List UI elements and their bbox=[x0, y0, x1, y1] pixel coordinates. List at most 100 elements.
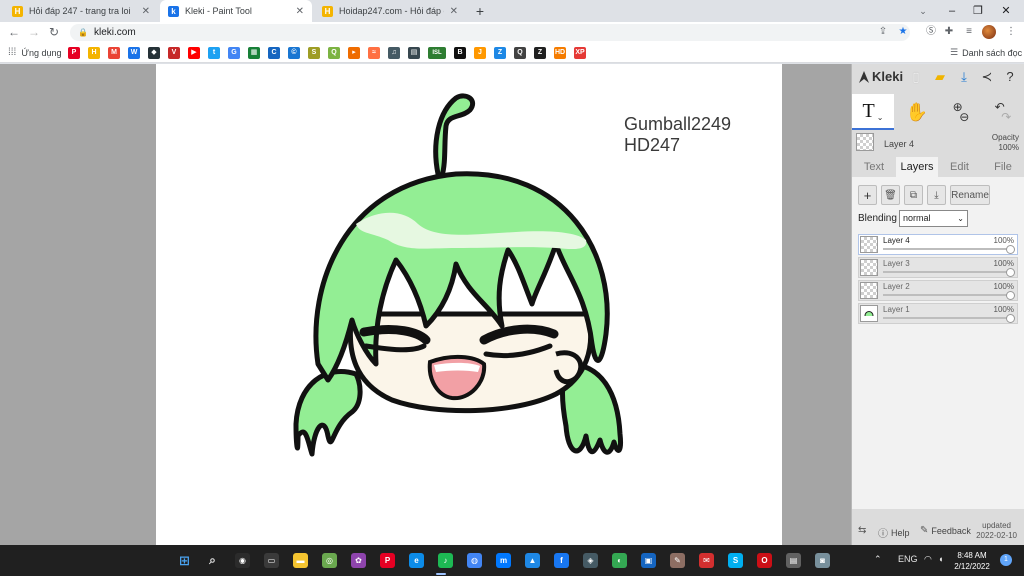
bookmark-favicon-icon[interactable]: ♫ bbox=[388, 47, 400, 59]
taskbar-app-icon[interactable]: ✎ bbox=[670, 553, 685, 568]
media-queue-icon[interactable]: ≡ bbox=[962, 25, 976, 39]
tab-layers[interactable]: Layers bbox=[896, 157, 938, 177]
help-button[interactable]: ⓘ Help bbox=[878, 525, 910, 541]
bookmark-favicon-icon[interactable]: H bbox=[88, 47, 100, 59]
blending-select[interactable]: normal ⌄ bbox=[899, 210, 968, 227]
layer-row-3[interactable]: Layer 3 100% bbox=[858, 257, 1018, 278]
tray-chevron-icon[interactable]: ⌃ bbox=[874, 554, 882, 565]
forward-arrow-icon[interactable]: → bbox=[26, 24, 42, 40]
taskbar-app-icon[interactable]: m bbox=[496, 553, 511, 568]
layer-opacity-slider[interactable] bbox=[883, 294, 1011, 296]
bookmark-favicon-icon[interactable]: B bbox=[454, 47, 466, 59]
bookmark-favicon-icon[interactable]: ▤ bbox=[408, 47, 420, 59]
bookmark-favicon-icon[interactable]: t bbox=[208, 47, 220, 59]
notification-badge[interactable]: 1 bbox=[1000, 554, 1012, 566]
bookmark-favicon-icon[interactable]: ≈ bbox=[368, 47, 380, 59]
bookmark-favicon-icon[interactable]: G bbox=[228, 47, 240, 59]
taskbar-app-icon[interactable]: ▤ bbox=[786, 553, 801, 568]
kleki-logo[interactable]: Kleki bbox=[858, 69, 903, 84]
bookmark-favicon-icon[interactable]: Z bbox=[534, 47, 546, 59]
taskbar-app-icon[interactable]: ◍ bbox=[467, 553, 482, 568]
bookmark-favicon-icon[interactable]: C bbox=[268, 47, 280, 59]
tab-close-icon[interactable]: ✕ bbox=[450, 6, 458, 17]
bookmark-favicon-icon[interactable]: ◆ bbox=[148, 47, 160, 59]
bookmark-favicon-icon[interactable]: P bbox=[68, 47, 80, 59]
slider-handle[interactable] bbox=[1006, 291, 1015, 300]
slider-handle[interactable] bbox=[1006, 268, 1015, 277]
taskbar-app-icon[interactable]: ▭ bbox=[264, 553, 279, 568]
feedback-button[interactable]: ✎ Feedback bbox=[920, 525, 971, 536]
taskbar-app-icon[interactable]: ◎ bbox=[322, 553, 337, 568]
menu-kebab-icon[interactable]: ⋮ bbox=[1004, 25, 1018, 39]
layer-row-1[interactable]: Layer 1 100% bbox=[858, 303, 1018, 324]
search-icon[interactable]: ⌕ bbox=[205, 553, 220, 568]
windows-start-icon[interactable]: ⊞ bbox=[177, 553, 192, 568]
help-icon[interactable]: ? bbox=[1002, 69, 1018, 85]
new-tab-button[interactable]: + bbox=[472, 3, 488, 19]
system-clock[interactable]: 8:48 AM 2/12/2022 bbox=[952, 550, 992, 572]
new-file-icon[interactable]: ▯ bbox=[908, 69, 924, 85]
zoom-tools[interactable]: ⊕ ⊖ bbox=[940, 94, 982, 130]
bookmark-favicon-icon[interactable]: J bbox=[474, 47, 486, 59]
wifi-icon[interactable]: ◠ bbox=[924, 554, 932, 565]
bookmark-apps[interactable]: ⁞⁞⁞ Ứng dụng bbox=[8, 47, 62, 58]
delete-layer-button[interactable]: 🗑 bbox=[881, 185, 900, 205]
layer-opacity-slider[interactable] bbox=[883, 248, 1011, 250]
tab-close-icon[interactable]: ✕ bbox=[142, 6, 150, 17]
profile-avatar[interactable] bbox=[982, 25, 996, 39]
slider-handle[interactable] bbox=[1006, 245, 1015, 254]
taskbar-app-icon[interactable]: e bbox=[409, 553, 424, 568]
bookmark-favicon-icon[interactable]: V bbox=[168, 47, 180, 59]
input-language[interactable]: ENG bbox=[898, 554, 918, 564]
layer-opacity-slider[interactable] bbox=[883, 271, 1011, 273]
bookmark-favicon-icon[interactable]: Q bbox=[514, 47, 526, 59]
taskbar-app-icon[interactable]: ◉ bbox=[235, 553, 250, 568]
taskbar-app-icon[interactable]: ✿ bbox=[351, 553, 366, 568]
extensions-puzzle-icon[interactable]: ✚ bbox=[942, 25, 956, 39]
window-close-button[interactable]: ✕ bbox=[988, 0, 1024, 22]
bookmark-star-icon[interactable]: ★ bbox=[896, 25, 910, 39]
drawing-canvas[interactable]: Gumball2249 HD247 bbox=[156, 64, 782, 545]
browser-tab-hoidap[interactable]: H Hỏi đáp 247 - trang tra loi ✕ bbox=[4, 0, 158, 22]
swap-panel-button[interactable]: ⇆ bbox=[858, 525, 869, 536]
rename-layer-button[interactable]: Rename bbox=[950, 185, 990, 205]
layer-row-4[interactable]: Layer 4 100% bbox=[858, 234, 1018, 255]
bookmark-favicon-icon[interactable]: S bbox=[308, 47, 320, 59]
add-layer-button[interactable]: + bbox=[858, 185, 877, 205]
layer-row-2[interactable]: Layer 2 100% bbox=[858, 280, 1018, 301]
bookmark-favicon-icon[interactable]: ▸ bbox=[348, 47, 360, 59]
extension-s-icon[interactable]: Ⓢ bbox=[924, 25, 938, 39]
bookmark-favicon-icon[interactable]: Q bbox=[328, 47, 340, 59]
bookmark-favicon-icon[interactable]: Z bbox=[494, 47, 506, 59]
layer-opacity-slider[interactable] bbox=[883, 317, 1011, 319]
bookmark-favicon-icon[interactable]: © bbox=[288, 47, 300, 59]
hand-tool[interactable]: ✋ bbox=[896, 94, 938, 130]
address-bar[interactable]: 🔒 kleki.com bbox=[70, 24, 910, 41]
bookmark-favicon-icon[interactable]: ▦ bbox=[248, 47, 260, 59]
taskbar-app-icon[interactable]: f bbox=[554, 553, 569, 568]
taskbar-app-icon[interactable]: ▬ bbox=[293, 553, 308, 568]
undo-redo-tools[interactable]: ↶ ↷ bbox=[982, 94, 1024, 130]
reading-list[interactable]: ☰ Danh sách đọc bbox=[950, 47, 1022, 58]
volume-icon[interactable]: ◖ bbox=[938, 554, 943, 564]
bookmark-favicon-icon[interactable]: M bbox=[108, 47, 120, 59]
bookmark-favicon-icon[interactable]: XP bbox=[574, 47, 586, 59]
download-icon[interactable]: ⤓ bbox=[956, 69, 972, 85]
tab-file[interactable]: File bbox=[981, 157, 1024, 177]
bookmark-favicon-icon[interactable]: HD bbox=[554, 47, 566, 59]
open-folder-icon[interactable]: ▰ bbox=[932, 69, 948, 85]
tab-text[interactable]: Text bbox=[852, 157, 896, 177]
taskbar-app-icon[interactable]: S bbox=[728, 553, 743, 568]
taskbar-app-icon[interactable]: ♪ bbox=[438, 553, 453, 568]
reload-icon[interactable]: ↻ bbox=[46, 24, 62, 40]
slider-handle[interactable] bbox=[1006, 314, 1015, 323]
taskbar-app-icon[interactable]: ▣ bbox=[641, 553, 656, 568]
share-icon[interactable]: ⇪ bbox=[876, 25, 890, 39]
browser-tab-kleki[interactable]: k Kleki - Paint Tool ✕ bbox=[160, 0, 312, 22]
taskbar-app-icon[interactable]: ◈ bbox=[583, 553, 598, 568]
bookmark-favicon-icon[interactable]: ISL bbox=[428, 47, 446, 59]
tab-close-icon[interactable]: ✕ bbox=[296, 6, 304, 17]
bookmark-favicon-icon[interactable]: W bbox=[128, 47, 140, 59]
duplicate-layer-button[interactable]: ⧉ bbox=[904, 185, 923, 205]
taskbar-app-icon[interactable]: ◙ bbox=[815, 553, 830, 568]
